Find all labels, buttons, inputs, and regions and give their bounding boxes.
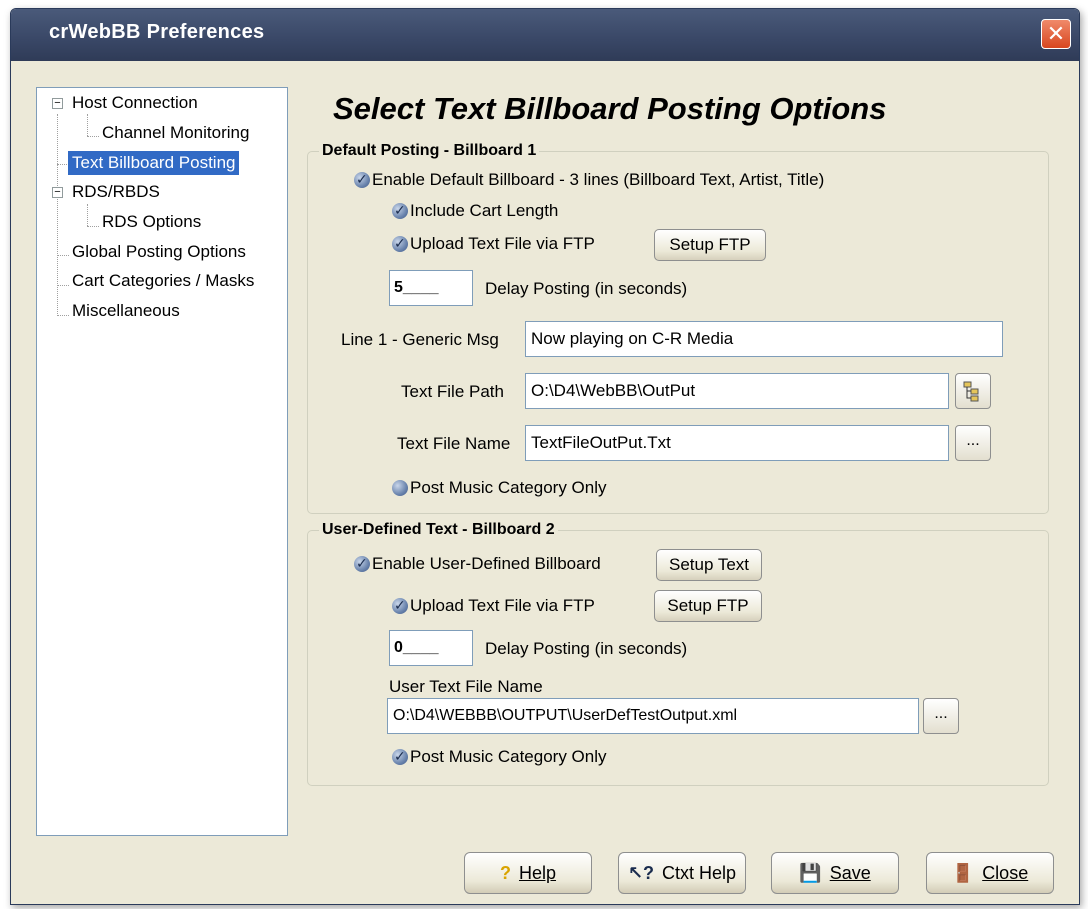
- browse-folder-button[interactable]: [955, 373, 991, 409]
- browse-file-button-2[interactable]: ...: [923, 698, 959, 734]
- options-tree[interactable]: − Host Connection Channel Monitoring Tex…: [36, 87, 288, 836]
- close-button[interactable]: 🚪 Close: [926, 852, 1054, 894]
- door-icon: 🚪: [951, 863, 975, 883]
- upload-ftp-checkbox-1[interactable]: Upload Text File via FTP: [392, 232, 595, 255]
- text-file-name-input[interactable]: TextFileOutPut.Txt: [525, 425, 949, 461]
- post-music-category-checkbox-1[interactable]: Post Music Category Only: [392, 477, 607, 499]
- close-label: Close: [982, 863, 1029, 883]
- page-title: Select Text Billboard Posting Options: [333, 91, 887, 126]
- save-button[interactable]: 💾 Save: [771, 852, 899, 894]
- expander-host-connection[interactable]: −: [52, 98, 63, 109]
- tree-item-rds-rbds[interactable]: RDS/RBDS: [72, 180, 160, 204]
- checkbox-unchecked-icon: [392, 480, 408, 496]
- delay-posting-label-2: Delay Posting (in seconds): [485, 639, 688, 658]
- user-text-file-name-input[interactable]: O:\D4\WEBBB\OUTPUT\UserDefTestOutput.xml: [387, 698, 919, 734]
- enable-default-billboard-checkbox[interactable]: Enable Default Billboard - 3 lines (Bill…: [354, 168, 825, 191]
- delay-posting-input-1[interactable]: 5____: [389, 270, 473, 306]
- context-help-label: Ctxt Help: [662, 863, 737, 883]
- expander-rds-rbds[interactable]: −: [52, 187, 63, 198]
- line1-generic-msg-label: Line 1 - Generic Msg: [341, 330, 499, 349]
- text-file-name-label: Text File Name: [397, 434, 511, 453]
- enable-user-defined-checkbox[interactable]: Enable User-Defined Billboard: [354, 552, 601, 575]
- tree-item-host-connection[interactable]: Host Connection: [72, 91, 198, 115]
- tree-item-channel-monitoring[interactable]: Channel Monitoring: [102, 121, 249, 145]
- upload-ftp-label-1: Upload Text File via FTP: [410, 234, 595, 253]
- user-text-file-name-label: User Text File Name: [389, 677, 543, 696]
- checkbox-checked-icon: [354, 552, 370, 574]
- folder-tree-icon: [963, 381, 979, 402]
- upload-ftp-label-2: Upload Text File via FTP: [410, 596, 595, 615]
- context-help-icon: ↖?: [627, 863, 655, 883]
- include-cart-length-label: Include Cart Length: [410, 201, 559, 220]
- enable-user-defined-label: Enable User-Defined Billboard: [372, 554, 601, 573]
- tree-item-cart-categories-masks[interactable]: Cart Categories / Masks: [72, 269, 254, 293]
- checkbox-checked-icon: [392, 232, 408, 254]
- setup-text-button[interactable]: Setup Text: [656, 549, 762, 581]
- help-icon: ?: [499, 863, 511, 883]
- upload-ftp-checkbox-2[interactable]: Upload Text File via FTP: [392, 594, 595, 617]
- line1-generic-msg-input[interactable]: Now playing on C-R Media: [525, 321, 1003, 357]
- post-music-category-checkbox-2[interactable]: Post Music Category Only: [392, 745, 607, 768]
- save-icon: 💾: [799, 863, 822, 883]
- setup-ftp-button-1[interactable]: Setup FTP: [654, 229, 766, 261]
- default-posting-group-label: Default Posting - Billboard 1: [319, 142, 540, 160]
- close-window-button[interactable]: ✕: [1041, 19, 1071, 49]
- delay-posting-input-2[interactable]: 0____: [389, 630, 473, 666]
- enable-default-billboard-label: Enable Default Billboard - 3 lines (Bill…: [372, 170, 825, 189]
- checkbox-checked-icon: [392, 199, 408, 221]
- preferences-dialog: crWebBB Preferences ✕ − Host Connection …: [10, 8, 1080, 905]
- checkbox-checked-icon: [392, 745, 408, 767]
- save-label: Save: [829, 863, 871, 883]
- help-button[interactable]: ? Help: [464, 852, 592, 894]
- tree-item-global-posting-options[interactable]: Global Posting Options: [72, 240, 246, 264]
- text-file-path-input[interactable]: O:\D4\WebBB\OutPut: [525, 373, 949, 409]
- browse-file-button-1[interactable]: ...: [955, 425, 991, 461]
- checkbox-checked-icon: [392, 594, 408, 616]
- text-file-path-label: Text File Path: [401, 382, 504, 401]
- post-music-category-label-1: Post Music Category Only: [410, 478, 607, 497]
- delay-posting-label-1: Delay Posting (in seconds): [485, 279, 688, 298]
- include-cart-length-checkbox[interactable]: Include Cart Length: [392, 199, 559, 222]
- title-bar[interactable]: crWebBB Preferences ✕: [11, 9, 1079, 61]
- tree-item-miscellaneous[interactable]: Miscellaneous: [72, 299, 180, 323]
- user-defined-group-label: User-Defined Text - Billboard 2: [319, 521, 558, 539]
- checkbox-checked-icon: [354, 168, 370, 190]
- window-title: crWebBB Preferences: [49, 21, 265, 43]
- help-label: Help: [518, 863, 557, 883]
- context-help-button[interactable]: ↖? Ctxt Help: [618, 852, 746, 894]
- post-music-category-label-2: Post Music Category Only: [410, 747, 607, 766]
- tree-item-rds-options[interactable]: RDS Options: [102, 210, 201, 234]
- tree-item-text-billboard-posting[interactable]: Text Billboard Posting: [68, 151, 240, 175]
- setup-ftp-button-2[interactable]: Setup FTP: [654, 590, 762, 622]
